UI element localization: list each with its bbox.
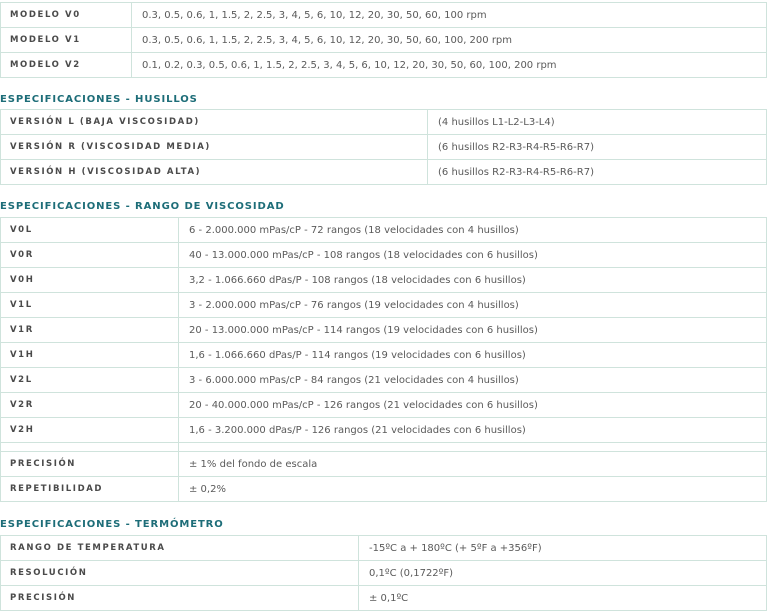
row-value: 0,1ºC (0,1722ºF) [358, 560, 767, 586]
table-row: REPETIBILIDAD ± 0,2% [0, 476, 767, 502]
row-label: V0R [0, 242, 179, 268]
row-value: 6 - 2.000.000 mPas/cP - 72 rangos (18 ve… [178, 217, 767, 243]
row-label: PRECISIÓN [0, 585, 359, 611]
row-label: VERSIÓN H (VISCOSIDAD ALTA) [0, 159, 428, 185]
row-label: V0L [0, 217, 179, 243]
row-value: 40 - 13.000.000 mPas/cP - 108 rangos (18… [178, 242, 767, 268]
table-row: V1L 3 - 2.000.000 mPas/cP - 76 rangos (1… [0, 292, 767, 318]
row-label: MODELO V0 [0, 2, 132, 28]
table-row: PRECISIÓN ± 1% del fondo de escala [0, 451, 767, 477]
table-row: V0R 40 - 13.000.000 mPas/cP - 108 rangos… [0, 242, 767, 268]
row-label: VERSIÓN R (VISCOSIDAD MEDIA) [0, 134, 428, 160]
row-label: V2H [0, 417, 179, 443]
table-row: MODELO V2 0.1, 0.2, 0.3, 0.5, 0.6, 1, 1.… [0, 52, 767, 78]
row-value: ± 1% del fondo de escala [178, 451, 767, 477]
table-row: RANGO DE TEMPERATURA -15ºC a + 180ºC (+ … [0, 535, 767, 561]
row-label: RESOLUCIÓN [0, 560, 359, 586]
row-label: V1R [0, 317, 179, 343]
section-title-rango: ESPECIFICACIONES - RANGO DE VISCOSIDAD [0, 201, 285, 212]
table-row: PRECISIÓN ± 0,1ºC [0, 585, 767, 611]
row-label: V1H [0, 342, 179, 368]
table-row: VERSIÓN R (VISCOSIDAD MEDIA) (6 husillos… [0, 134, 767, 160]
row-label: PRECISIÓN [0, 451, 179, 477]
row-value: 3,2 - 1.066.660 dPas/P - 108 rangos (18 … [178, 267, 767, 293]
husillos-table: VERSIÓN L (BAJA VISCOSIDAD) (4 husillos … [0, 109, 767, 185]
table-row: V0H 3,2 - 1.066.660 dPas/P - 108 rangos … [0, 267, 767, 293]
row-value: 3 - 2.000.000 mPas/cP - 76 rangos (19 ve… [178, 292, 767, 318]
row-value: 0.1, 0.2, 0.3, 0.5, 0.6, 1, 1.5, 2, 2.5,… [131, 52, 767, 78]
section-title-husillos: ESPECIFICACIONES - HUSILLOS [0, 94, 198, 105]
row-value: 3 - 6.000.000 mPas/cP - 84 rangos (21 ve… [178, 367, 767, 393]
termometro-table: RANGO DE TEMPERATURA -15ºC a + 180ºC (+ … [0, 535, 767, 611]
row-label: MODELO V1 [0, 27, 132, 53]
table-row: MODELO V1 0.3, 0.5, 0.6, 1, 1.5, 2, 2.5,… [0, 27, 767, 53]
row-label: V2R [0, 392, 179, 418]
row-label: RANGO DE TEMPERATURA [0, 535, 359, 561]
rango-table: V0L 6 - 2.000.000 mPas/cP - 72 rangos (1… [0, 217, 767, 502]
row-value: 20 - 13.000.000 mPas/cP - 114 rangos (19… [178, 317, 767, 343]
row-value: (6 husillos R2-R3-R4-R5-R6-R7) [427, 159, 767, 185]
table-row: MODELO V0 0.3, 0.5, 0.6, 1, 1.5, 2, 2.5,… [0, 2, 767, 28]
table-row: V1R 20 - 13.000.000 mPas/cP - 114 rangos… [0, 317, 767, 343]
row-label: V0H [0, 267, 179, 293]
row-label: V1L [0, 292, 179, 318]
row-value: 1,6 - 3.200.000 dPas/P - 126 rangos (21 … [178, 417, 767, 443]
table-row: RESOLUCIÓN 0,1ºC (0,1722ºF) [0, 560, 767, 586]
row-value: 1,6 - 1.066.660 dPas/P - 114 rangos (19 … [178, 342, 767, 368]
row-value: ± 0,1ºC [358, 585, 767, 611]
table-row: V1H 1,6 - 1.066.660 dPas/P - 114 rangos … [0, 342, 767, 368]
row-value: (4 husillos L1-L2-L3-L4) [427, 109, 767, 135]
table-row: V2H 1,6 - 3.200.000 dPas/P - 126 rangos … [0, 417, 767, 443]
row-value: ± 0,2% [178, 476, 767, 502]
spacer-cell [0, 442, 179, 452]
table-row: VERSIÓN H (VISCOSIDAD ALTA) (6 husillos … [0, 159, 767, 185]
modelos-table: MODELO V0 0.3, 0.5, 0.6, 1, 1.5, 2, 2.5,… [0, 2, 767, 78]
row-label: MODELO V2 [0, 52, 132, 78]
spacer-row [0, 442, 767, 452]
row-value: 0.3, 0.5, 0.6, 1, 1.5, 2, 2.5, 3, 4, 5, … [131, 2, 767, 28]
section-title-termometro: ESPECIFICACIONES - TERMÓMETRO [0, 519, 224, 530]
table-row: V2L 3 - 6.000.000 mPas/cP - 84 rangos (2… [0, 367, 767, 393]
table-row: V0L 6 - 2.000.000 mPas/cP - 72 rangos (1… [0, 217, 767, 243]
spacer-cell [178, 442, 767, 452]
table-row: VERSIÓN L (BAJA VISCOSIDAD) (4 husillos … [0, 109, 767, 135]
row-label: V2L [0, 367, 179, 393]
row-value: (6 husillos R2-R3-R4-R5-R6-R7) [427, 134, 767, 160]
table-row: V2R 20 - 40.000.000 mPas/cP - 126 rangos… [0, 392, 767, 418]
row-value: 0.3, 0.5, 0.6, 1, 1.5, 2, 2.5, 3, 4, 5, … [131, 27, 767, 53]
row-value: 20 - 40.000.000 mPas/cP - 126 rangos (21… [178, 392, 767, 418]
row-label: REPETIBILIDAD [0, 476, 179, 502]
row-label: VERSIÓN L (BAJA VISCOSIDAD) [0, 109, 428, 135]
row-value: -15ºC a + 180ºC (+ 5ºF a +356ºF) [358, 535, 767, 561]
